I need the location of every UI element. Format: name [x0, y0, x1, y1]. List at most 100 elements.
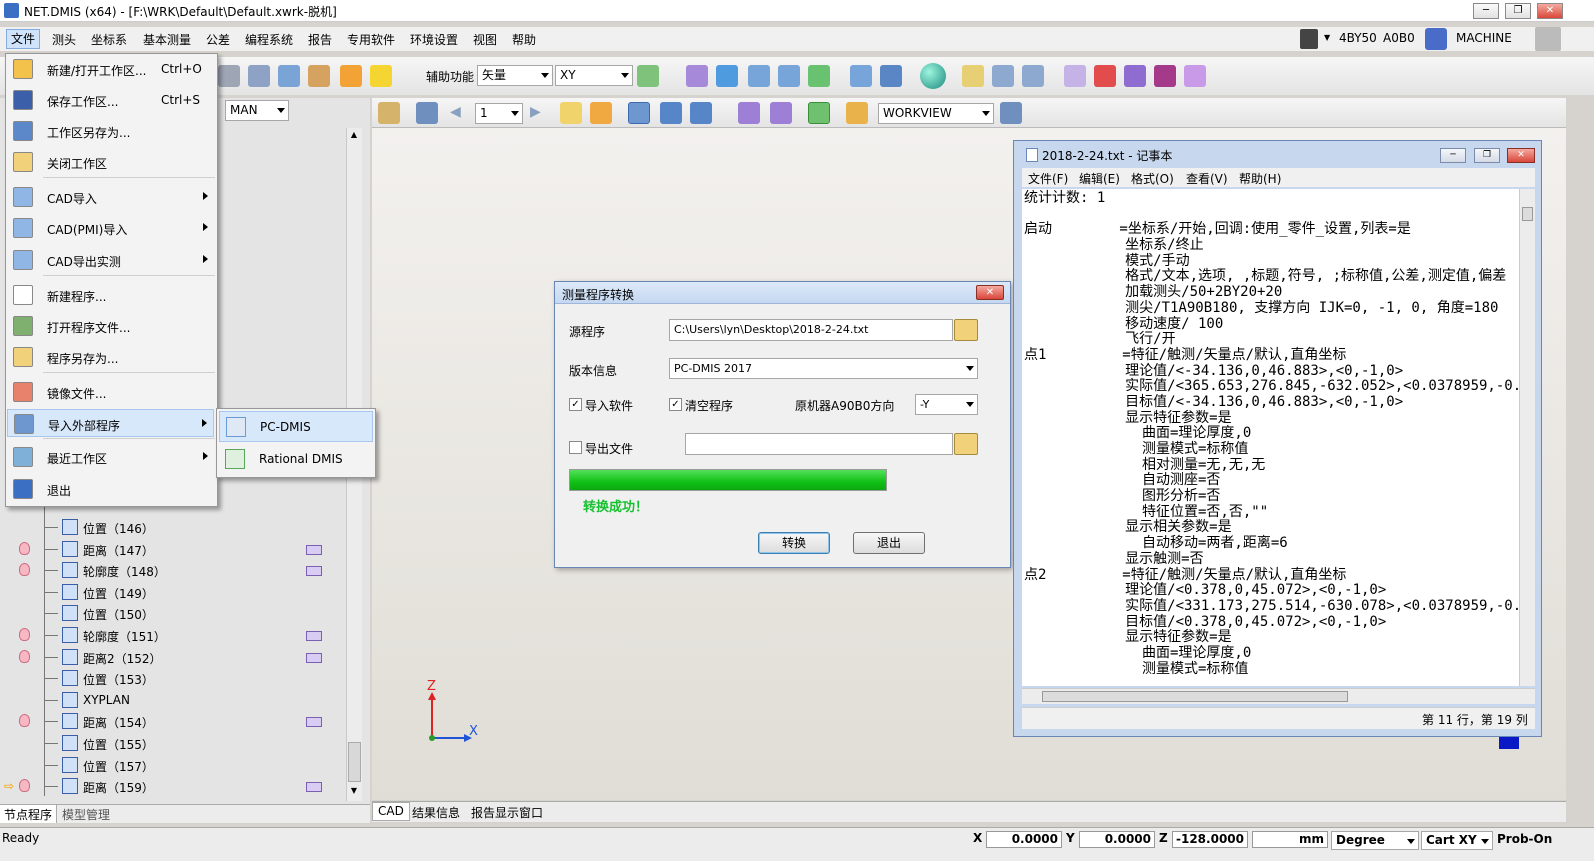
- layer-icon[interactable]: [1124, 65, 1146, 87]
- menu-probe[interactable]: 测头: [52, 31, 76, 48]
- lightbulb-icon[interactable]: [19, 714, 30, 728]
- submenu-item-rational-dmis[interactable]: Rational DMIS: [219, 444, 373, 475]
- tree-row[interactable]: 距离2（152）: [0, 647, 344, 669]
- export-input[interactable]: [685, 433, 953, 455]
- maximize-button[interactable]: ❐: [1505, 3, 1531, 19]
- file-menu-item[interactable]: 最近工作区: [7, 443, 214, 471]
- report-marker-icon[interactable]: [306, 782, 322, 793]
- display-icon[interactable]: [628, 102, 650, 124]
- rotate-icon[interactable]: [808, 65, 830, 87]
- file-menu-item[interactable]: 新建程序...: [7, 281, 214, 309]
- file-menu-item[interactable]: 保存工作区... Ctrl+S: [7, 86, 214, 114]
- menu-tolerance[interactable]: 公差: [206, 31, 230, 48]
- tree-row[interactable]: 位置（153）: [0, 668, 344, 690]
- menu-file[interactable]: 文件: [6, 29, 41, 49]
- tool-gear-icon[interactable]: [846, 102, 868, 124]
- exit-button[interactable]: 退出: [853, 532, 925, 554]
- mode-select[interactable]: MAN: [225, 100, 289, 121]
- tree-row[interactable]: 位置（155）: [0, 733, 344, 755]
- transform-icon[interactable]: [1184, 65, 1206, 87]
- notepad-menu-view[interactable]: 查看(V): [1186, 170, 1228, 187]
- report-marker-icon[interactable]: [306, 566, 322, 577]
- report-marker-icon[interactable]: [306, 631, 322, 641]
- zoom-out-icon[interactable]: [778, 65, 800, 87]
- file-menu-item[interactable]: 关闭工作区: [7, 148, 214, 176]
- tree-row[interactable]: 位置（149）: [0, 582, 344, 604]
- angle-unit-select[interactable]: Degree: [1331, 831, 1419, 850]
- tab-results[interactable]: 结果信息: [412, 804, 460, 821]
- notepad-hscroll[interactable]: [1022, 688, 1535, 704]
- lightbulb-icon[interactable]: [19, 563, 30, 577]
- file-menu-item[interactable]: 退出: [7, 475, 214, 503]
- menu-view[interactable]: 视图: [473, 31, 497, 48]
- convert-button[interactable]: 转换: [758, 532, 830, 554]
- orig-machine-select[interactable]: -Y: [915, 394, 978, 415]
- import-software-checkbox[interactable]: ✓: [569, 398, 582, 411]
- sphere-icon[interactable]: [920, 63, 946, 89]
- probe-dropdown-arrow-icon[interactable]: ▼: [1324, 33, 1330, 42]
- document-tool-icon[interactable]: [308, 65, 330, 87]
- probe-view-icon[interactable]: [378, 102, 400, 124]
- version-select[interactable]: PC-DMIS 2017: [669, 358, 978, 379]
- notepad-maximize-button[interactable]: ❐: [1474, 148, 1500, 163]
- lightbulb-icon[interactable]: [19, 779, 30, 793]
- tree-row[interactable]: 轮廓度（148）: [0, 560, 344, 582]
- pick-icon[interactable]: [1022, 65, 1044, 87]
- camera-icon[interactable]: [1154, 65, 1176, 87]
- dmis-edit-icon[interactable]: [770, 102, 792, 124]
- notepad-text-area[interactable]: 统计计数: 1 启动 =坐标系/开始,回调:使用_零件_设置,列表=是 坐标系/终…: [1022, 189, 1519, 686]
- notepad-hscroll-thumb[interactable]: [1042, 691, 1348, 702]
- tree-row[interactable]: 位置（150）: [0, 603, 344, 625]
- tab-cad[interactable]: CAD: [372, 802, 410, 821]
- select-icon[interactable]: [962, 65, 984, 87]
- xyz-box-icon[interactable]: [278, 65, 300, 87]
- move-arrows-icon[interactable]: [716, 65, 738, 87]
- probe-tool-icon[interactable]: [218, 65, 240, 87]
- plane-select[interactable]: XY: [555, 65, 633, 86]
- file-menu-item[interactable]: 导入外部程序: [7, 409, 214, 437]
- save-view-icon[interactable]: [416, 102, 438, 124]
- plane-tool-icon[interactable]: [637, 65, 659, 87]
- zoom-fit-icon[interactable]: [850, 65, 872, 87]
- file-menu-item[interactable]: 打开程序文件...: [7, 312, 214, 340]
- browse-folder-icon[interactable]: [954, 319, 978, 341]
- tree-row[interactable]: 距离（154）: [0, 711, 344, 733]
- notepad-menu-help[interactable]: 帮助(H): [1239, 170, 1281, 187]
- file-menu-item[interactable]: CAD导出实测: [7, 246, 214, 274]
- sparkle-icon[interactable]: [1064, 65, 1086, 87]
- tree-scroll-thumb[interactable]: [348, 742, 361, 782]
- file-menu-item[interactable]: CAD(PMI)导入: [7, 214, 214, 242]
- export-file-checkbox[interactable]: [569, 441, 582, 454]
- tab-report-window[interactable]: 报告显示窗口: [471, 804, 543, 821]
- arrow-right-icon[interactable]: [248, 65, 270, 87]
- settings-icon[interactable]: [590, 102, 612, 124]
- menu-programming[interactable]: 编程系统: [245, 31, 293, 48]
- source-input[interactable]: C:\Users\lyn\Desktop\2018-2-24.txt: [669, 319, 953, 341]
- menu-special-software[interactable]: 专用软件: [347, 31, 395, 48]
- select-view-icon[interactable]: [660, 102, 682, 124]
- cube-icon[interactable]: [880, 65, 902, 87]
- save-workview-icon[interactable]: [1000, 102, 1022, 124]
- lightbulb-icon[interactable]: [19, 628, 30, 641]
- clear-program-checkbox[interactable]: ✓: [669, 398, 682, 411]
- tree-row[interactable]: 轮廓度（151）: [0, 625, 344, 647]
- report-marker-icon[interactable]: [306, 717, 322, 728]
- probe-move-icon[interactable]: [686, 65, 708, 87]
- grid-icon[interactable]: [690, 102, 712, 124]
- file-menu-item[interactable]: 新建/打开工作区... Ctrl+O: [7, 55, 214, 83]
- tree-row[interactable]: XYPLAN: [0, 690, 344, 712]
- page-select[interactable]: 1: [475, 103, 523, 124]
- lightbulb-icon[interactable]: [19, 649, 30, 663]
- notepad-vscroll[interactable]: [1519, 189, 1535, 686]
- zoom-in-icon[interactable]: [748, 65, 770, 87]
- menu-help[interactable]: 帮助: [512, 31, 536, 48]
- notepad-menu-file[interactable]: 文件(F): [1028, 170, 1068, 187]
- file-menu-item[interactable]: CAD导入: [7, 183, 214, 211]
- file-menu-item[interactable]: 镜像文件...: [7, 378, 214, 406]
- submenu-item-pcdmis[interactable]: PC-DMIS: [219, 411, 373, 442]
- tree-row[interactable]: 距离（159）: [0, 776, 344, 798]
- coord-select[interactable]: Cart XY: [1421, 831, 1493, 850]
- menu-environment[interactable]: 环境设置: [410, 31, 458, 48]
- lightbulb-icon[interactable]: [19, 541, 30, 555]
- tree-row[interactable]: 位置（146）: [0, 517, 344, 539]
